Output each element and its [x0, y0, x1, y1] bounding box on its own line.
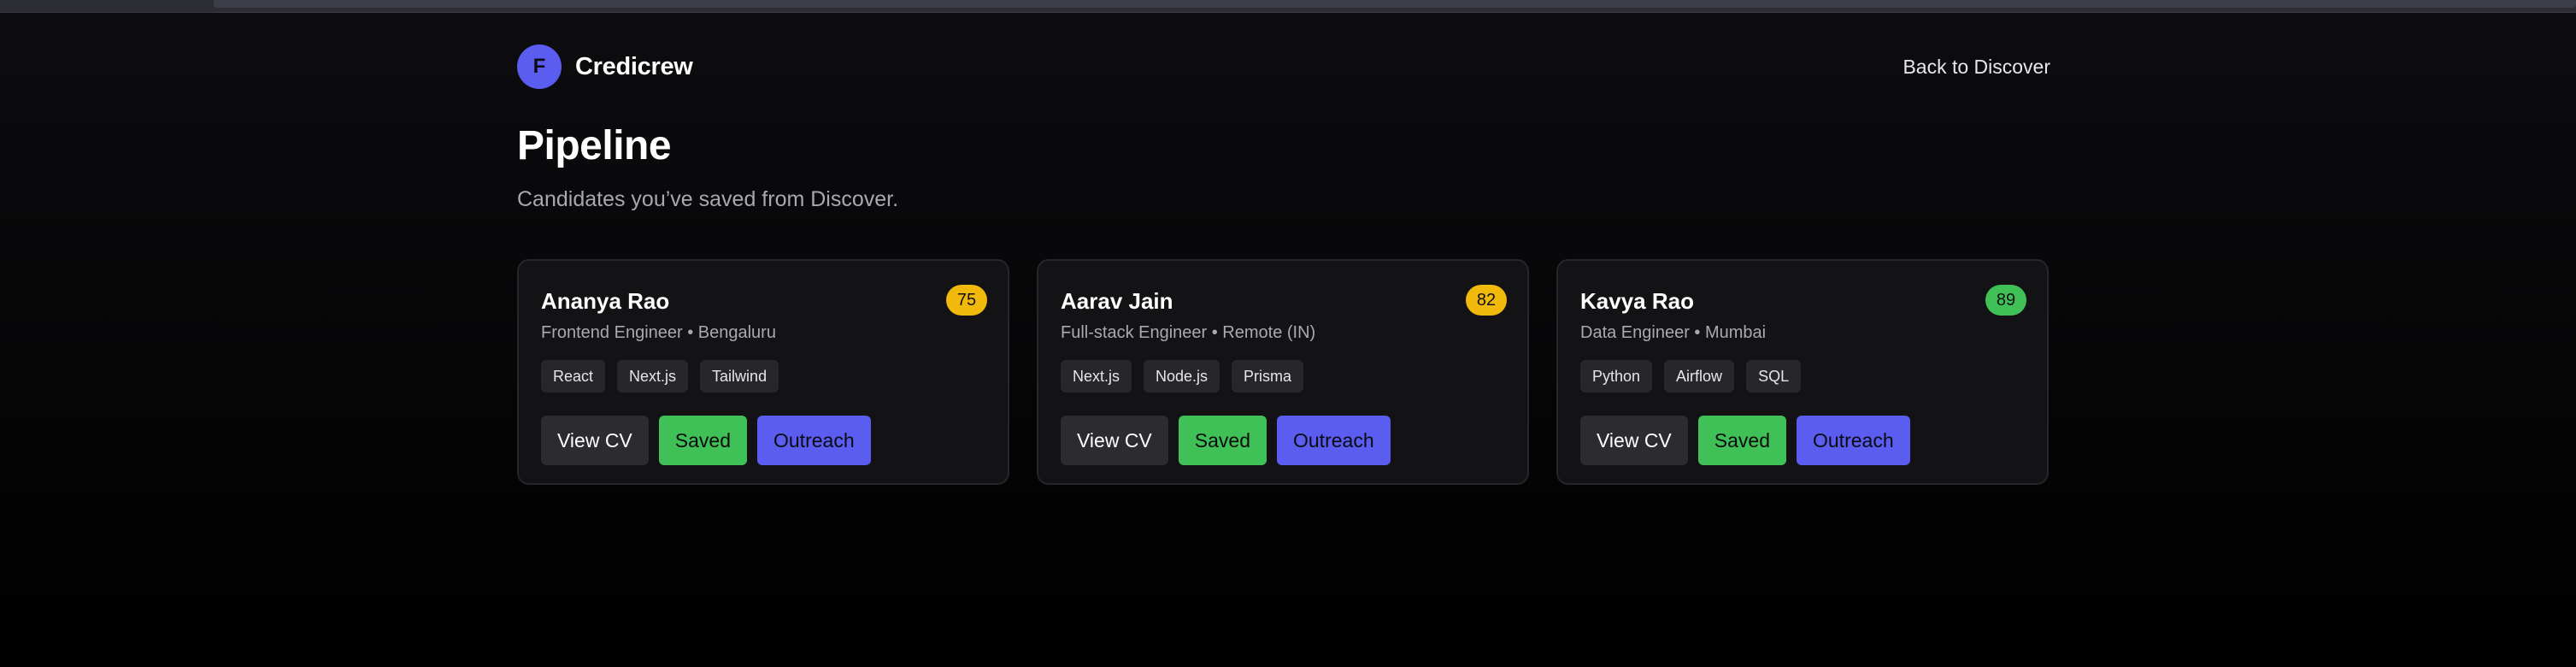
candidate-card: Ananya Rao 75 Frontend Engineer • Bengal…: [517, 259, 1009, 485]
candidate-name: Kavya Rao: [1580, 288, 1694, 314]
skill-tag: Tailwind: [700, 360, 779, 393]
candidate-name: Ananya Rao: [541, 288, 670, 314]
candidate-card: Aarav Jain 82 Full-stack Engineer • Remo…: [1037, 259, 1529, 485]
candidate-role: Frontend Engineer • Bengaluru: [541, 323, 776, 342]
score-badge: 89: [1985, 285, 2026, 316]
page-subtitle: Candidates you’ve saved from Discover.: [517, 187, 899, 211]
view-cv-button[interactable]: View CV: [1061, 416, 1168, 465]
saved-button[interactable]: Saved: [1178, 416, 1267, 465]
logo-badge-icon: F: [517, 44, 562, 89]
horizontal-scrollbar[interactable]: [214, 0, 2576, 8]
score-badge: 82: [1466, 285, 1507, 316]
back-to-discover-link[interactable]: Back to Discover: [1903, 56, 2050, 79]
card-actions: View CV Saved Outreach: [1061, 416, 1391, 465]
skill-tags: React Next.js Tailwind: [541, 360, 779, 393]
skill-tag: Airflow: [1664, 360, 1735, 393]
card-actions: View CV Saved Outreach: [541, 416, 871, 465]
skill-tags: Next.js Node.js Prisma: [1061, 360, 1304, 393]
page-title: Pipeline: [517, 123, 672, 168]
candidate-card: Kavya Rao 89 Data Engineer • Mumbai Pyth…: [1556, 259, 2049, 485]
brand-logo[interactable]: F Credicrew: [517, 44, 693, 89]
skill-tag: Next.js: [1061, 360, 1132, 393]
skill-tag: Next.js: [617, 360, 689, 393]
skill-tag: Prisma: [1232, 360, 1304, 393]
view-cv-button[interactable]: View CV: [1580, 416, 1688, 465]
outreach-button[interactable]: Outreach: [757, 416, 871, 465]
outreach-button[interactable]: Outreach: [1797, 416, 1910, 465]
brand-name: Credicrew: [575, 52, 693, 80]
outreach-button[interactable]: Outreach: [1277, 416, 1391, 465]
candidate-role: Data Engineer • Mumbai: [1580, 323, 1767, 342]
candidate-card-list: Ananya Rao 75 Frontend Engineer • Bengal…: [517, 259, 2050, 485]
view-cv-button[interactable]: View CV: [541, 416, 649, 465]
skill-tag: Node.js: [1144, 360, 1220, 393]
skill-tag: React: [541, 360, 606, 393]
skill-tag: Python: [1580, 360, 1653, 393]
candidate-name: Aarav Jain: [1061, 288, 1173, 314]
app-header: F Credicrew Back to Discover: [517, 44, 2050, 91]
browser-top-bar: [0, 0, 2576, 13]
saved-button[interactable]: Saved: [1697, 416, 1786, 465]
saved-button[interactable]: Saved: [658, 416, 747, 465]
candidate-role: Full-stack Engineer • Remote (IN): [1061, 323, 1316, 342]
score-badge: 75: [946, 285, 987, 316]
skill-tag: SQL: [1746, 360, 1802, 393]
skill-tags: Python Airflow SQL: [1580, 360, 1802, 393]
card-actions: View CV Saved Outreach: [1580, 416, 1910, 465]
